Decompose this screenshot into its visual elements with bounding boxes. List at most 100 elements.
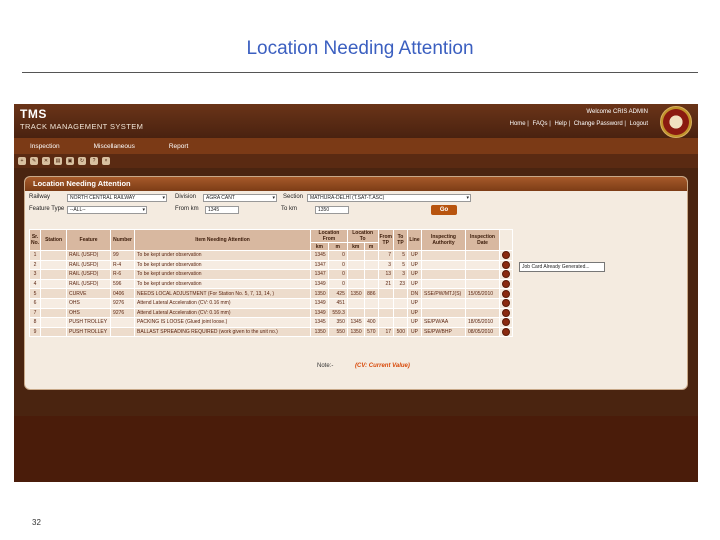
- table-row[interactable]: 7 OHS 9276 Attend Lateral Acceleration (CV:…: [28, 307, 513, 319]
- edit-icon[interactable]: ✎: [30, 157, 38, 165]
- table-cell: UP: [407, 278, 422, 290]
- table-cell: [363, 269, 379, 280]
- job-card-icon[interactable]: [502, 309, 510, 317]
- table-cell: 550: [327, 326, 348, 338]
- table-cell: UP: [407, 297, 422, 309]
- from-km-input[interactable]: 1345: [205, 206, 239, 214]
- refresh-icon[interactable]: ↻: [78, 157, 86, 165]
- table-cell: [421, 278, 466, 290]
- table-cell: PACKING IS LOOSE (Glued joint loose.): [134, 317, 312, 328]
- section-select[interactable]: MATHURA-DELHI (T.SAT-T.ASC): [307, 194, 471, 202]
- table-row[interactable]: 1 RAIL (USFD) 99 To be kept under observati…: [28, 250, 513, 261]
- col-number: Number: [110, 229, 136, 251]
- close-icon[interactable]: ×: [102, 157, 110, 165]
- table-cell: [465, 278, 500, 290]
- table-cell: RAIL (USFD): [66, 278, 112, 290]
- table-cell: 500: [393, 326, 408, 338]
- job-card-action[interactable]: [499, 288, 513, 299]
- job-card-icon[interactable]: [502, 280, 510, 288]
- section-label: Section: [283, 194, 304, 200]
- table-cell: [393, 317, 408, 328]
- table-row[interactable]: 8 PUSH TROLLEY PACKING IS LOOSE (Glued joi…: [28, 317, 513, 328]
- table-body: 1 RAIL (USFD) 99 To be kept under observati…: [28, 250, 513, 338]
- delete-icon[interactable]: ✕: [42, 157, 50, 165]
- division-select[interactable]: AGRA CANT: [203, 194, 277, 202]
- col-inspection-date: Inspection Date: [465, 229, 500, 251]
- to-km-input[interactable]: 1350: [315, 206, 349, 214]
- menu-inspection[interactable]: Inspection: [30, 143, 60, 150]
- link-change-password[interactable]: Change Password: [574, 121, 623, 127]
- brand-subtitle: TRACK MANAGEMENT SYSTEM: [20, 122, 144, 131]
- table-row[interactable]: 9 PUSH TROLLEY BALLAST SPREADING REQUIRED …: [28, 326, 513, 338]
- table-cell: [393, 297, 408, 309]
- job-card-action[interactable]: [499, 297, 513, 309]
- go-button[interactable]: Go: [431, 205, 457, 215]
- railway-select[interactable]: NORTH CENTRAL RAILWAY: [67, 194, 167, 202]
- job-card-action[interactable]: [499, 317, 513, 328]
- table-cell: [465, 259, 500, 271]
- table-cell: DN: [407, 288, 422, 299]
- table-cell: SE/PW/BHP: [421, 326, 466, 338]
- table-cell: [465, 269, 500, 280]
- table-cell: To be kept under observation: [134, 259, 312, 271]
- print-icon[interactable]: ▤: [54, 157, 62, 165]
- table-cell: R-4: [110, 259, 136, 271]
- filter-bar: Railway NORTH CENTRAL RAILWAY Division A…: [25, 191, 687, 217]
- table-cell: 3: [377, 259, 394, 271]
- table-cell: RAIL (USFD): [66, 250, 112, 261]
- slide: Location Needing Attention TMS TRACK MAN…: [0, 0, 720, 540]
- table-cell: 7: [28, 307, 42, 319]
- job-card-icon[interactable]: [502, 299, 510, 308]
- link-home[interactable]: Home: [510, 121, 526, 127]
- job-card-icon[interactable]: [502, 318, 510, 327]
- table-cell: 4: [28, 278, 42, 290]
- table-cell: [465, 307, 500, 319]
- table-cell: 9: [28, 326, 42, 338]
- link-help[interactable]: Help: [554, 121, 566, 127]
- table-cell: PUSH TROLLEY: [66, 326, 112, 338]
- table-cell: [377, 317, 394, 328]
- new-icon[interactable]: +: [18, 157, 26, 165]
- table-cell: [110, 317, 136, 328]
- job-card-icon[interactable]: [502, 261, 510, 269]
- link-faqs[interactable]: FAQs: [533, 121, 548, 127]
- table-row[interactable]: 5 CURVE 0406 NEEDS LOCAL ADJUSTMENT (For St…: [28, 288, 513, 299]
- table-cell: 2: [28, 259, 42, 271]
- menu-miscellaneous[interactable]: Miscellaneous: [94, 143, 135, 150]
- link-logout[interactable]: Logout: [630, 121, 648, 127]
- help-icon[interactable]: ?: [90, 157, 98, 165]
- table-cell: [40, 278, 68, 290]
- col-line: Line: [407, 229, 422, 251]
- job-card-action[interactable]: [499, 259, 513, 271]
- job-card-icon[interactable]: [502, 251, 510, 260]
- table-row[interactable]: 2 RAIL (USFD) R-4 To be kept under observat…: [28, 259, 513, 271]
- table-cell: 451: [327, 297, 348, 309]
- table-row[interactable]: 4 RAIL (USFD) 596 To be kept under observat…: [28, 278, 513, 290]
- job-card-action[interactable]: [499, 250, 513, 261]
- table-cell: [421, 269, 466, 280]
- save-icon[interactable]: ▣: [66, 157, 74, 165]
- job-card-action[interactable]: [499, 307, 513, 319]
- railway-emblem-icon: [660, 106, 692, 138]
- job-card-action[interactable]: [499, 269, 513, 280]
- job-card-action[interactable]: [499, 326, 513, 338]
- job-card-action[interactable]: [499, 278, 513, 290]
- feature-type-label: Feature Type: [29, 206, 65, 212]
- job-card-icon[interactable]: [502, 270, 510, 279]
- job-card-icon[interactable]: [502, 328, 510, 336]
- table-cell: 1347: [310, 269, 329, 280]
- table-cell: 6: [28, 297, 42, 309]
- table-row[interactable]: 3 RAIL (USFD) R-6 To be kept under observat…: [28, 269, 513, 280]
- table-cell: 99: [110, 250, 136, 261]
- table-cell: SSE/PW/MTJ(S): [421, 288, 466, 299]
- table-row[interactable]: 6 OHS 9276 Attend Lateral Acceleration (CV:…: [28, 297, 513, 309]
- feature-type-select[interactable]: --ALL--: [67, 206, 147, 214]
- table-cell: [40, 307, 68, 319]
- col-location-to: Location To: [346, 229, 379, 243]
- table-cell: [110, 326, 136, 338]
- menu-report[interactable]: Report: [169, 143, 189, 150]
- job-card-icon[interactable]: [502, 289, 510, 298]
- col-feature: Feature: [66, 229, 112, 251]
- table-cell: 8: [28, 317, 42, 328]
- table-cell: 5: [28, 288, 42, 299]
